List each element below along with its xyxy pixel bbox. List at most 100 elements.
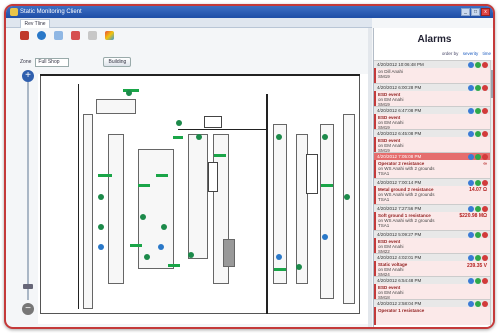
alarm-timestamp[interactable]: 4/20/2012 6:00:28 PM xyxy=(374,83,490,91)
sensor-dot[interactable] xyxy=(188,252,194,258)
alarm-timestamp[interactable]: 4/20/2012 6:45:08 PM xyxy=(374,129,490,137)
zoom-track[interactable] xyxy=(27,82,29,300)
alarm-item[interactable]: ESD event on EM Anahi SM19 xyxy=(374,137,490,153)
window-controls: _ □ x xyxy=(461,8,490,16)
zone-select[interactable]: Full Shop xyxy=(35,57,70,67)
sensor-dot[interactable] xyxy=(144,254,150,260)
alarm-device: SM19 xyxy=(378,74,390,79)
map-wall xyxy=(178,129,268,130)
alarm-item[interactable]: Operator 1 resistance xyxy=(374,307,490,325)
building-button[interactable]: Building xyxy=(103,57,132,67)
workbench xyxy=(138,149,174,269)
room-label xyxy=(306,154,318,194)
alarm-timestamp-text: 4/20/2012 10:06:48 PM xyxy=(377,62,424,67)
zoom-thumb[interactable] xyxy=(23,284,33,289)
map-wall xyxy=(266,94,268,314)
alarm-timestamp[interactable]: 4/20/2012 7:27:56 PM xyxy=(374,204,490,212)
map-wall xyxy=(78,84,79,309)
alarm-timestamp[interactable]: 4/20/2012 5:09:27 PM xyxy=(374,230,490,238)
alarm-timestamp[interactable]: 4/20/2012 2:58:04 PM xyxy=(374,299,490,307)
alarm-timestamp[interactable]: 4/20/2012 7:00:14 PM xyxy=(374,178,490,186)
alarm-item[interactable]: on Dill Anahi SM19 xyxy=(374,68,490,83)
workbench xyxy=(83,114,93,309)
alarm-timestamp[interactable]: 4/20/2012 7:05:08 PM xyxy=(374,152,490,160)
alarm-timestamp-text: 4/20/2012 6:54:48 PM xyxy=(377,278,422,283)
alarm-value: $220.98 MΩ xyxy=(459,213,487,219)
alarm-device: TSA1 xyxy=(378,171,390,176)
sensor-dot[interactable] xyxy=(296,264,302,270)
alarm-item[interactable]: ESD event on EM Anahi SM22 xyxy=(374,238,490,254)
status-bar xyxy=(274,268,286,271)
minimize-button[interactable]: _ xyxy=(461,8,470,16)
zoom-out-button[interactable]: − xyxy=(22,303,34,315)
alarm-scrollbar[interactable] xyxy=(490,60,493,327)
app-icon xyxy=(10,8,18,16)
sensor-dot[interactable] xyxy=(126,90,132,96)
alarm-value: 239.35 V xyxy=(466,263,487,269)
alarm-timestamp-text: 4/20/2012 7:05:08 PM xyxy=(377,154,422,159)
alarm-timestamp-text: 4/20/2012 7:27:56 PM xyxy=(377,206,422,211)
home-icon[interactable] xyxy=(20,31,29,40)
sensor-dot[interactable] xyxy=(98,244,104,250)
sort-by-time-link[interactable]: time xyxy=(482,51,491,56)
alarm-timestamp[interactable]: 4/20/2012 4:02:01 PM xyxy=(374,253,490,261)
alarm-item[interactable]: Static voltage on EM Anahi SM24 239.35 V xyxy=(374,261,490,277)
print-preview-icon[interactable] xyxy=(88,31,97,40)
alarms-panel: Alarms order by severity time 4/20/2012 … xyxy=(373,28,493,327)
sensor-dot[interactable] xyxy=(322,134,328,140)
status-bar xyxy=(156,174,168,177)
alarm-timestamp[interactable]: 4/20/2012 10:06:48 PM xyxy=(374,60,490,68)
alarm-item[interactable]: ESD event on EM Anahi SM18 xyxy=(374,284,490,300)
workbench xyxy=(108,134,124,284)
printer-icon[interactable] xyxy=(71,31,80,40)
alarm-timestamp[interactable]: 4/20/2012 6:54:48 PM xyxy=(374,276,490,284)
alarm-device: TSA1 xyxy=(378,223,390,228)
alarm-item[interactable]: Operator 2 resistance on WS Anahi with 2 … xyxy=(374,160,490,178)
status-bar xyxy=(98,174,112,177)
workbench xyxy=(343,114,355,304)
zone-label: Zone xyxy=(20,59,32,65)
sensor-dot[interactable] xyxy=(196,134,202,140)
sensor-dot[interactable] xyxy=(176,120,182,126)
sensor-dot[interactable] xyxy=(344,194,350,200)
sort-by-severity-link[interactable]: severity xyxy=(463,51,479,56)
alarm-value: 14.07 Ω xyxy=(469,187,487,193)
maximize-button[interactable]: □ xyxy=(471,8,480,16)
alarm-type: Operator 1 resistance xyxy=(378,308,425,313)
map-wall xyxy=(40,74,360,76)
status-bar xyxy=(130,244,142,247)
status-bar xyxy=(168,264,180,267)
alarm-item[interactable]: Metal ground 2 resistance on WS Anahi wit… xyxy=(374,186,490,204)
sensor-dot[interactable] xyxy=(161,224,167,230)
zone-row: Zone Full Shop Building xyxy=(20,56,132,68)
globe-icon[interactable] xyxy=(37,31,46,40)
sensor-dot[interactable] xyxy=(140,214,146,220)
zoom-in-button[interactable]: + xyxy=(22,70,34,82)
alarm-timestamp-text: 4/20/2012 6:00:28 PM xyxy=(377,85,422,90)
sensor-dot[interactable] xyxy=(98,194,104,200)
status-bar xyxy=(321,184,333,187)
alarm-scrollbar-thumb[interactable] xyxy=(491,70,493,98)
workbench xyxy=(96,99,136,114)
zoom-slider[interactable]: + − xyxy=(22,70,34,315)
arrow-icon[interactable] xyxy=(54,31,63,40)
app-window: Static Monitoring Client _ □ x Rev Tline… xyxy=(4,4,495,329)
sensor-dot[interactable] xyxy=(158,244,164,250)
sensor-dot[interactable] xyxy=(322,234,328,240)
alarm-timestamp-text: 4/20/2012 2:58:04 PM xyxy=(377,301,422,306)
floor-plan-map[interactable] xyxy=(38,74,368,324)
palette-icon[interactable] xyxy=(105,31,114,40)
map-scrollbar[interactable] xyxy=(368,28,372,327)
sensor-dot[interactable] xyxy=(98,224,104,230)
sort-label: order by xyxy=(441,51,459,56)
tab-rev-tline[interactable]: Rev Tline xyxy=(20,19,50,28)
alarm-item[interactable]: Soft ground 1 resistance on WS Anahi with… xyxy=(374,212,490,230)
alarm-item[interactable]: ESD event on EM Anahi SM19 xyxy=(374,114,490,130)
sensor-dot[interactable] xyxy=(276,134,282,140)
alarm-timestamp[interactable]: 4/20/2012 6:47:08 PM xyxy=(374,106,490,114)
alarms-title: Alarms xyxy=(417,34,452,45)
room-label xyxy=(208,162,218,192)
sensor-dot[interactable] xyxy=(276,254,282,260)
alarm-item[interactable]: ESD event on EM Anahi SM19 xyxy=(374,91,490,107)
close-button[interactable]: x xyxy=(481,8,490,16)
